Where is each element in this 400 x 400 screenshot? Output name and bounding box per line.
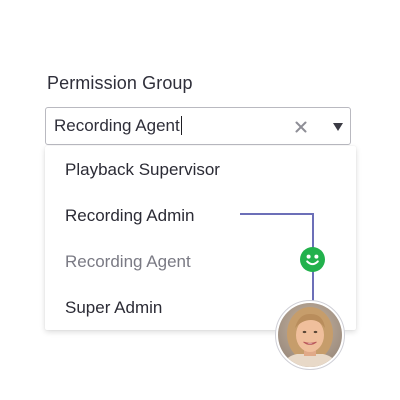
avatar bbox=[275, 300, 345, 370]
permission-group-widget: Permission Group Recording Agent Playbac… bbox=[0, 0, 400, 400]
option-recording-agent[interactable]: Recording Agent bbox=[65, 252, 191, 272]
smiley-face-icon bbox=[300, 247, 325, 272]
option-super-admin[interactable]: Super Admin bbox=[65, 298, 162, 318]
select-input-value: Recording Agent bbox=[54, 116, 180, 135]
text-cursor bbox=[180, 115, 182, 135]
option-recording-admin[interactable]: Recording Admin bbox=[65, 206, 194, 226]
field-label: Permission Group bbox=[47, 73, 193, 93]
close-icon[interactable] bbox=[295, 121, 307, 133]
permission-group-select[interactable]: Recording Agent bbox=[45, 107, 351, 145]
select-input[interactable]: Recording Agent bbox=[54, 108, 182, 144]
option-playback-supervisor[interactable]: Playback Supervisor bbox=[65, 160, 220, 180]
chevron-down-icon[interactable] bbox=[333, 123, 343, 131]
